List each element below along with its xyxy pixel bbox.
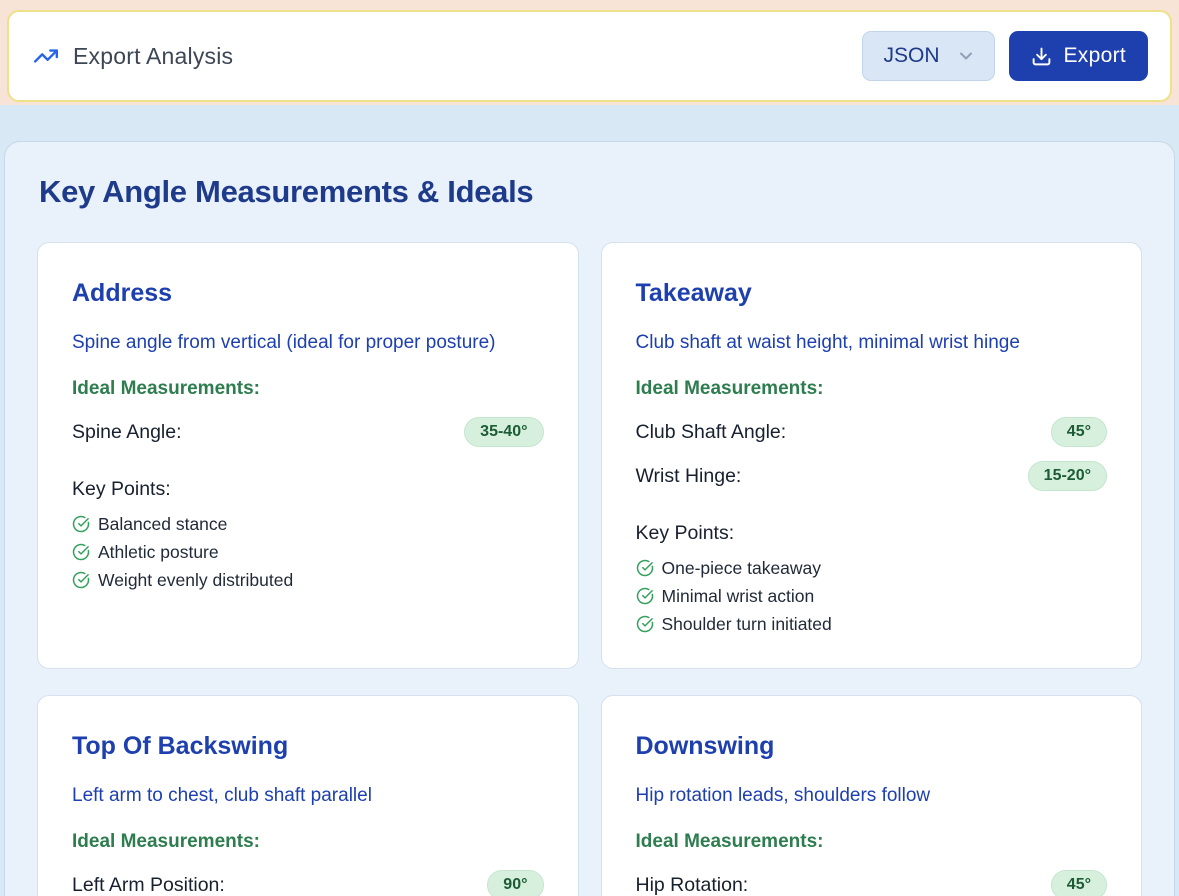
- ideal-measurements-label: Ideal Measurements:: [636, 831, 1108, 853]
- key-angle-section: Key Angle Measurements & Ideals Address …: [4, 141, 1175, 896]
- export-panel-title: Export Analysis: [73, 43, 233, 70]
- check-circle-icon: [72, 543, 90, 561]
- measurement-label: Spine Angle:: [72, 421, 182, 444]
- phase-card-downswing: Downswing Hip rotation leads, shoulders …: [601, 695, 1143, 896]
- export-controls: JSON Export: [862, 31, 1148, 81]
- phase-card-takeaway: Takeaway Club shaft at waist height, min…: [601, 242, 1143, 669]
- measurement-row: Hip Rotation: 45°: [636, 869, 1108, 896]
- top-peach-zone: Export Analysis JSON Export: [0, 0, 1179, 105]
- ideal-measurements-label: Ideal Measurements:: [72, 378, 544, 400]
- key-point-text: Balanced stance: [98, 510, 227, 538]
- phase-title: Top Of Backswing: [72, 732, 544, 761]
- phase-card-top-of-backswing: Top Of Backswing Left arm to chest, club…: [37, 695, 579, 896]
- key-point-text: Minimal wrist action: [662, 582, 815, 610]
- phase-title: Takeaway: [636, 279, 1108, 308]
- export-button-label: Export: [1064, 44, 1127, 68]
- key-point-text: Weight evenly distributed: [98, 566, 293, 594]
- phase-cards-grid: Address Spine angle from vertical (ideal…: [37, 242, 1142, 896]
- phase-title: Address: [72, 279, 544, 308]
- download-icon: [1031, 46, 1052, 67]
- check-circle-icon: [636, 587, 654, 605]
- check-circle-icon: [636, 559, 654, 577]
- export-analysis-panel: Export Analysis JSON Export: [7, 10, 1172, 102]
- measurement-row: Club Shaft Angle: 45°: [636, 416, 1108, 448]
- measurement-row: Spine Angle: 35-40°: [72, 416, 544, 448]
- measurement-label: Left Arm Position:: [72, 874, 225, 896]
- phase-description: Hip rotation leads, shoulders follow: [636, 785, 1108, 807]
- check-circle-icon: [72, 515, 90, 533]
- measurement-value-badge: 35-40°: [464, 417, 543, 447]
- key-point-text: One-piece takeaway: [662, 554, 822, 582]
- measurement-row: Left Arm Position: 90°: [72, 869, 544, 896]
- export-button[interactable]: Export: [1009, 31, 1149, 81]
- ideal-measurements-label: Ideal Measurements:: [72, 831, 544, 853]
- key-point-item: Weight evenly distributed: [72, 566, 544, 594]
- key-point-item: Minimal wrist action: [636, 582, 1108, 610]
- trending-up-icon: [33, 43, 59, 69]
- phase-card-address: Address Spine angle from vertical (ideal…: [37, 242, 579, 669]
- measurement-value-badge: 15-20°: [1028, 461, 1107, 491]
- key-point-item: Shoulder turn initiated: [636, 610, 1108, 638]
- phase-title: Downswing: [636, 732, 1108, 761]
- key-point-item: One-piece takeaway: [636, 554, 1108, 582]
- phase-description: Left arm to chest, club shaft parallel: [72, 785, 544, 807]
- phase-description: Club shaft at waist height, minimal wris…: [636, 332, 1108, 354]
- measurement-label: Hip Rotation:: [636, 874, 749, 896]
- format-select[interactable]: JSON: [862, 31, 994, 81]
- key-point-text: Athletic posture: [98, 538, 219, 566]
- measurement-value-badge: 90°: [487, 870, 543, 896]
- measurement-value-badge: 45°: [1051, 870, 1107, 896]
- check-circle-icon: [72, 571, 90, 589]
- measurement-label: Wrist Hinge:: [636, 465, 742, 488]
- measurement-row: Wrist Hinge: 15-20°: [636, 460, 1108, 492]
- format-select-value: JSON: [883, 44, 939, 68]
- key-point-item: Balanced stance: [72, 510, 544, 538]
- chevron-down-icon: [956, 46, 976, 66]
- phase-description: Spine angle from vertical (ideal for pro…: [72, 332, 544, 354]
- key-point-item: Athletic posture: [72, 538, 544, 566]
- key-points-label: Key Points:: [72, 478, 544, 501]
- key-point-text: Shoulder turn initiated: [662, 610, 832, 638]
- measurement-value-badge: 45°: [1051, 417, 1107, 447]
- check-circle-icon: [636, 615, 654, 633]
- key-points-label: Key Points:: [636, 522, 1108, 545]
- section-title: Key Angle Measurements & Ideals: [39, 174, 1142, 210]
- export-panel-header: Export Analysis: [33, 43, 233, 70]
- ideal-measurements-label: Ideal Measurements:: [636, 378, 1108, 400]
- measurement-label: Club Shaft Angle:: [636, 421, 787, 444]
